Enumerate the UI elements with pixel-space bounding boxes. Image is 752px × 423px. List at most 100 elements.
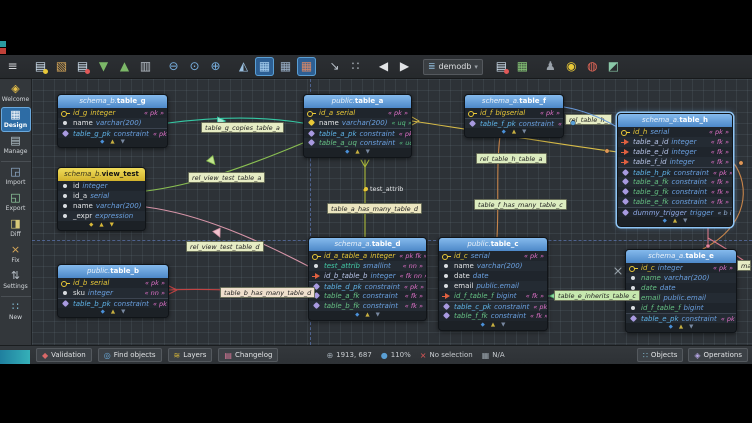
main-menu-button[interactable]: ≡ (3, 57, 22, 76)
column-row[interactable]: table_c_pkconstraint« pk » (439, 301, 547, 311)
layers-button[interactable]: ≋Layers (168, 348, 213, 362)
rel-view_test-table_d[interactable] (146, 207, 308, 266)
collapse-icon[interactable]: ◆ (101, 308, 105, 317)
scene-appearance-button[interactable]: ▦ (513, 57, 532, 76)
column-row[interactable]: table_f_fkconstraint« fk » (439, 311, 547, 321)
column-row[interactable]: table_b_pkconstraint« pk » (58, 298, 168, 308)
relationship-label[interactable]: rel_view_test_table_d (186, 241, 264, 252)
column-row[interactable]: id_f_table_fbigint« fk » (439, 291, 547, 301)
collapse-icon[interactable]: ◆ (345, 148, 349, 157)
show-attributes-icon[interactable]: ▲ (355, 148, 359, 157)
entity-header[interactable]: schema_a.table_f (465, 95, 563, 108)
entity-header[interactable]: public.table_c (439, 238, 547, 251)
validation-button[interactable]: ◆Validation (36, 348, 92, 362)
show-attributes-icon[interactable]: ▲ (679, 323, 683, 332)
collapse-icon[interactable]: ◆ (669, 323, 673, 332)
collapse-icon[interactable]: ◆ (100, 138, 104, 147)
entity-header[interactable]: schema_b.view_test (58, 168, 145, 181)
relationship-label[interactable]: table_e_inherits_table_c (554, 290, 640, 301)
sidebar-item-manage[interactable]: ▤Manage (1, 133, 31, 158)
column-row[interactable]: table_g_pkconstraint« pk » (58, 128, 167, 138)
new-model-button[interactable]: ▤ (31, 57, 50, 76)
column-row[interactable]: table_e_idinteger« fk » (618, 147, 732, 157)
model-appearance-button[interactable]: ◭ (234, 57, 253, 76)
column-row[interactable]: table_a_fkconstraint« fk » (618, 177, 732, 187)
zoom-out-button[interactable]: ⊖ (164, 57, 183, 76)
column-row[interactable]: id_fbigserial« pk » (465, 108, 563, 118)
column-row[interactable]: id_f_table_fbigint (626, 303, 736, 313)
entity-view_test[interactable]: schema_b.view_testidintegerid_aserialnam… (57, 167, 146, 231)
entity-table_c[interactable]: public.table_cid_cserial« pk »namevarcha… (438, 237, 548, 331)
collapse-icon[interactable]: ◆ (89, 221, 93, 230)
show-attributes-icon[interactable]: ▲ (110, 138, 114, 147)
collapse-icon[interactable]: ◆ (481, 321, 485, 330)
relationship-label[interactable]: table_f_has_many_table_c (474, 199, 567, 210)
column-row[interactable]: namevarchar(200) (626, 273, 736, 283)
show-attributes-icon[interactable]: ▲ (512, 128, 516, 137)
relationship-label[interactable]: man (737, 260, 751, 271)
column-row[interactable]: table_h_pkconstraint« pk » (618, 167, 732, 177)
model-canvas[interactable]: schema_b.table_gid_ginteger« pk »namevar… (32, 79, 752, 345)
show-attributes-icon[interactable]: ▲ (491, 321, 495, 330)
show-grid-button[interactable]: ▦ (255, 57, 274, 76)
close-model-button[interactable]: ▤ (492, 57, 511, 76)
column-row[interactable]: emailpublic.email (626, 293, 736, 303)
entity-table_f[interactable]: schema_a.table_fid_fbigserial« pk »table… (464, 94, 564, 138)
print-model-button[interactable]: ▥ (136, 57, 155, 76)
column-row[interactable]: table_a_pkconstraint« pk » (304, 128, 411, 138)
sidebar-item-import[interactable]: ◲Import (1, 161, 31, 189)
entity-header[interactable]: schema_a.table_h (618, 114, 732, 127)
column-row[interactable]: id_aserial« pk » (304, 108, 411, 118)
column-row[interactable]: idinteger (58, 181, 145, 191)
previous-page-button[interactable]: ◀ (374, 57, 393, 76)
sidebar-item-design[interactable]: ▦Design (1, 107, 31, 132)
entity-header[interactable]: schema_b.table_g (58, 95, 167, 108)
entity-table_g[interactable]: schema_b.table_gid_ginteger« pk »namevar… (57, 94, 168, 148)
relationship-label[interactable]: rel_view_test_table_a (188, 172, 265, 183)
relationship-label[interactable]: rel_table_h_ (565, 114, 612, 125)
column-row[interactable]: id_a_table_ainteger« pk fk » (309, 251, 426, 261)
rel-table_f-has-many-table_c[interactable] (497, 136, 500, 237)
database-selector[interactable]: ≣demodb▾ (423, 59, 483, 75)
sidebar-item-welcome[interactable]: ◈Welcome (1, 81, 31, 106)
save-model-button[interactable]: ▤ (73, 57, 92, 76)
show-attributes-icon[interactable]: ▲ (365, 311, 369, 320)
show-attributes-icon[interactable]: ▲ (99, 221, 103, 230)
column-row[interactable]: namevarchar(200)« uq » (304, 118, 411, 128)
sidebar-item-fix[interactable]: ×Fix (1, 242, 31, 267)
objects-button[interactable]: ∷Objects (637, 348, 684, 362)
column-row[interactable]: id_hserial« pk » (618, 127, 732, 137)
column-row[interactable]: _exprexpression (58, 211, 145, 221)
hide-attributes-icon[interactable]: ▼ (501, 321, 505, 330)
column-row[interactable]: table_b_fkconstraint« fk » (309, 301, 426, 311)
hide-attributes-icon[interactable]: ▼ (683, 217, 687, 226)
snap-to-grid-button[interactable]: ▦ (297, 57, 316, 76)
zoom-original-button[interactable]: ⊙ (185, 57, 204, 76)
column-row[interactable]: table_a_uqconstraint« uq » (304, 138, 411, 148)
changelog-button[interactable]: ▤Changelog (218, 348, 278, 362)
entity-table_d[interactable]: schema_a.table_did_a_table_ainteger« pk … (308, 237, 427, 321)
column-row[interactable]: id_b_table_binteger« fk nn » (309, 271, 426, 281)
relationship-label[interactable]: rel_table_h_table_a (476, 153, 547, 164)
column-row[interactable]: table_d_pkconstraint« pk » (309, 281, 426, 291)
show-attributes-icon[interactable]: ▲ (673, 217, 677, 226)
entity-table_h[interactable]: schema_a.table_hid_hserial« pk » table_a_… (617, 113, 733, 227)
relationship-label[interactable]: table_a_has_many_table_d (327, 203, 422, 214)
hide-attributes-icon[interactable]: ▼ (121, 138, 125, 147)
zoom-in-button[interactable]: ⊕ (206, 57, 225, 76)
column-row[interactable]: namevarchar(200) (439, 261, 547, 271)
entity-header[interactable]: schema_a.table_e (626, 250, 736, 263)
entity-table_a[interactable]: public.table_aid_aserial« pk »namevarcha… (303, 94, 412, 158)
column-row[interactable]: namevarchar(200) (58, 201, 145, 211)
entity-header[interactable]: public.table_b (58, 265, 168, 278)
column-row[interactable]: datedate (626, 283, 736, 293)
rel-view_test-table_a[interactable] (146, 143, 303, 191)
attribute-label[interactable]: test_attrib (364, 185, 403, 193)
support-button[interactable]: ◍ (583, 57, 602, 76)
relationship-label[interactable]: table_g_copies_table_a (201, 122, 284, 133)
expand-canvas-button[interactable]: ↘ (325, 57, 344, 76)
column-row[interactable]: datedate (439, 271, 547, 281)
next-page-button[interactable]: ▶ (395, 57, 414, 76)
hide-attributes-icon[interactable]: ▼ (522, 128, 526, 137)
relationship-label[interactable]: table_b_has_many_table_d (220, 287, 315, 298)
